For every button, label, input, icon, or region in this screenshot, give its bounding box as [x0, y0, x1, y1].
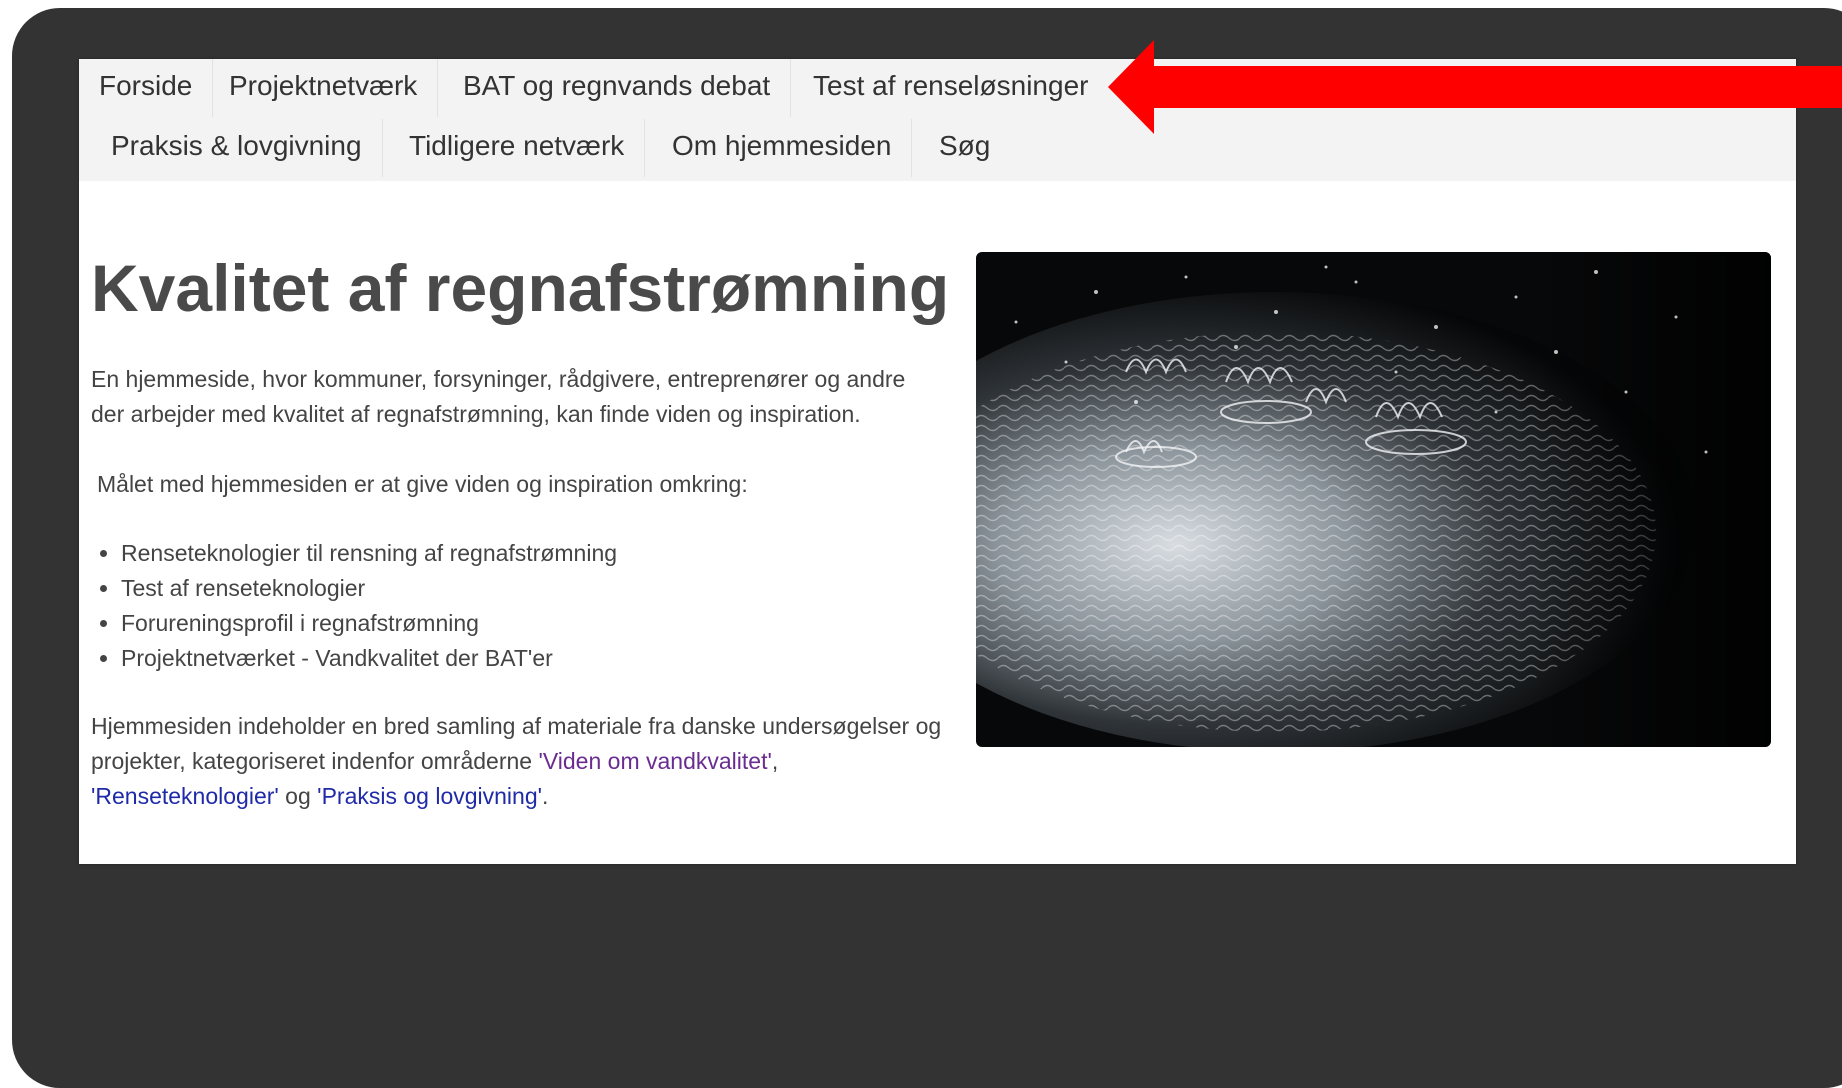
nav-item-soeg[interactable]: Søg: [919, 119, 1010, 177]
link-renseteknologier[interactable]: 'Renseteknologier': [91, 783, 279, 809]
nav-item-om-hjemmesiden[interactable]: Om hjemmesiden: [652, 119, 913, 177]
outro-end: .: [542, 783, 549, 809]
nav-item-projektnetvaerk[interactable]: Projektnetværk: [209, 59, 439, 117]
list-item: Projektnetværket - Vandkvalitet der BAT'…: [121, 641, 617, 676]
intro-paragraph: En hjemmeside, hvor kommuner, forsyninge…: [91, 366, 906, 427]
page-title: Kvalitet af regnafstrømning: [91, 251, 950, 325]
red-arrow-annotation: [1108, 40, 1842, 134]
nav-item-bat-debat[interactable]: BAT og regnvands debat: [443, 59, 792, 117]
outro-separator: og: [278, 783, 318, 809]
nav-item-test-af-renseloesninger[interactable]: Test af renseløsninger: [793, 59, 1108, 117]
goal-paragraph: Målet med hjemmesiden er at give viden o…: [97, 471, 748, 497]
link-viden-om-vandkvalitet[interactable]: 'Viden om vandkvalitet': [538, 748, 771, 774]
nav-item-forside[interactable]: Forside: [79, 59, 214, 117]
list-item: Test af renseteknologier: [121, 571, 617, 606]
nav-item-tidligere-netvaerk[interactable]: Tidligere netværk: [389, 119, 646, 177]
nav-item-praksis-lovgivning[interactable]: Praksis & lovgivning: [91, 119, 383, 177]
link-praksis-og-lovgivning[interactable]: 'Praksis og lovgivning': [317, 783, 542, 809]
outro-separator: ,: [771, 748, 779, 774]
list-item: Forureningsprofil i regnafstrømning: [121, 606, 617, 641]
topic-list: Renseteknologier til rensning af regnafs…: [91, 536, 617, 676]
rain-splash-image: [976, 252, 1771, 747]
outro-paragraph: Hjemmesiden indeholder en bred samling a…: [91, 709, 951, 814]
outro-text: Hjemmesiden indeholder en bred samling a…: [91, 713, 942, 774]
list-item: Renseteknologier til rensning af regnafs…: [121, 536, 617, 571]
